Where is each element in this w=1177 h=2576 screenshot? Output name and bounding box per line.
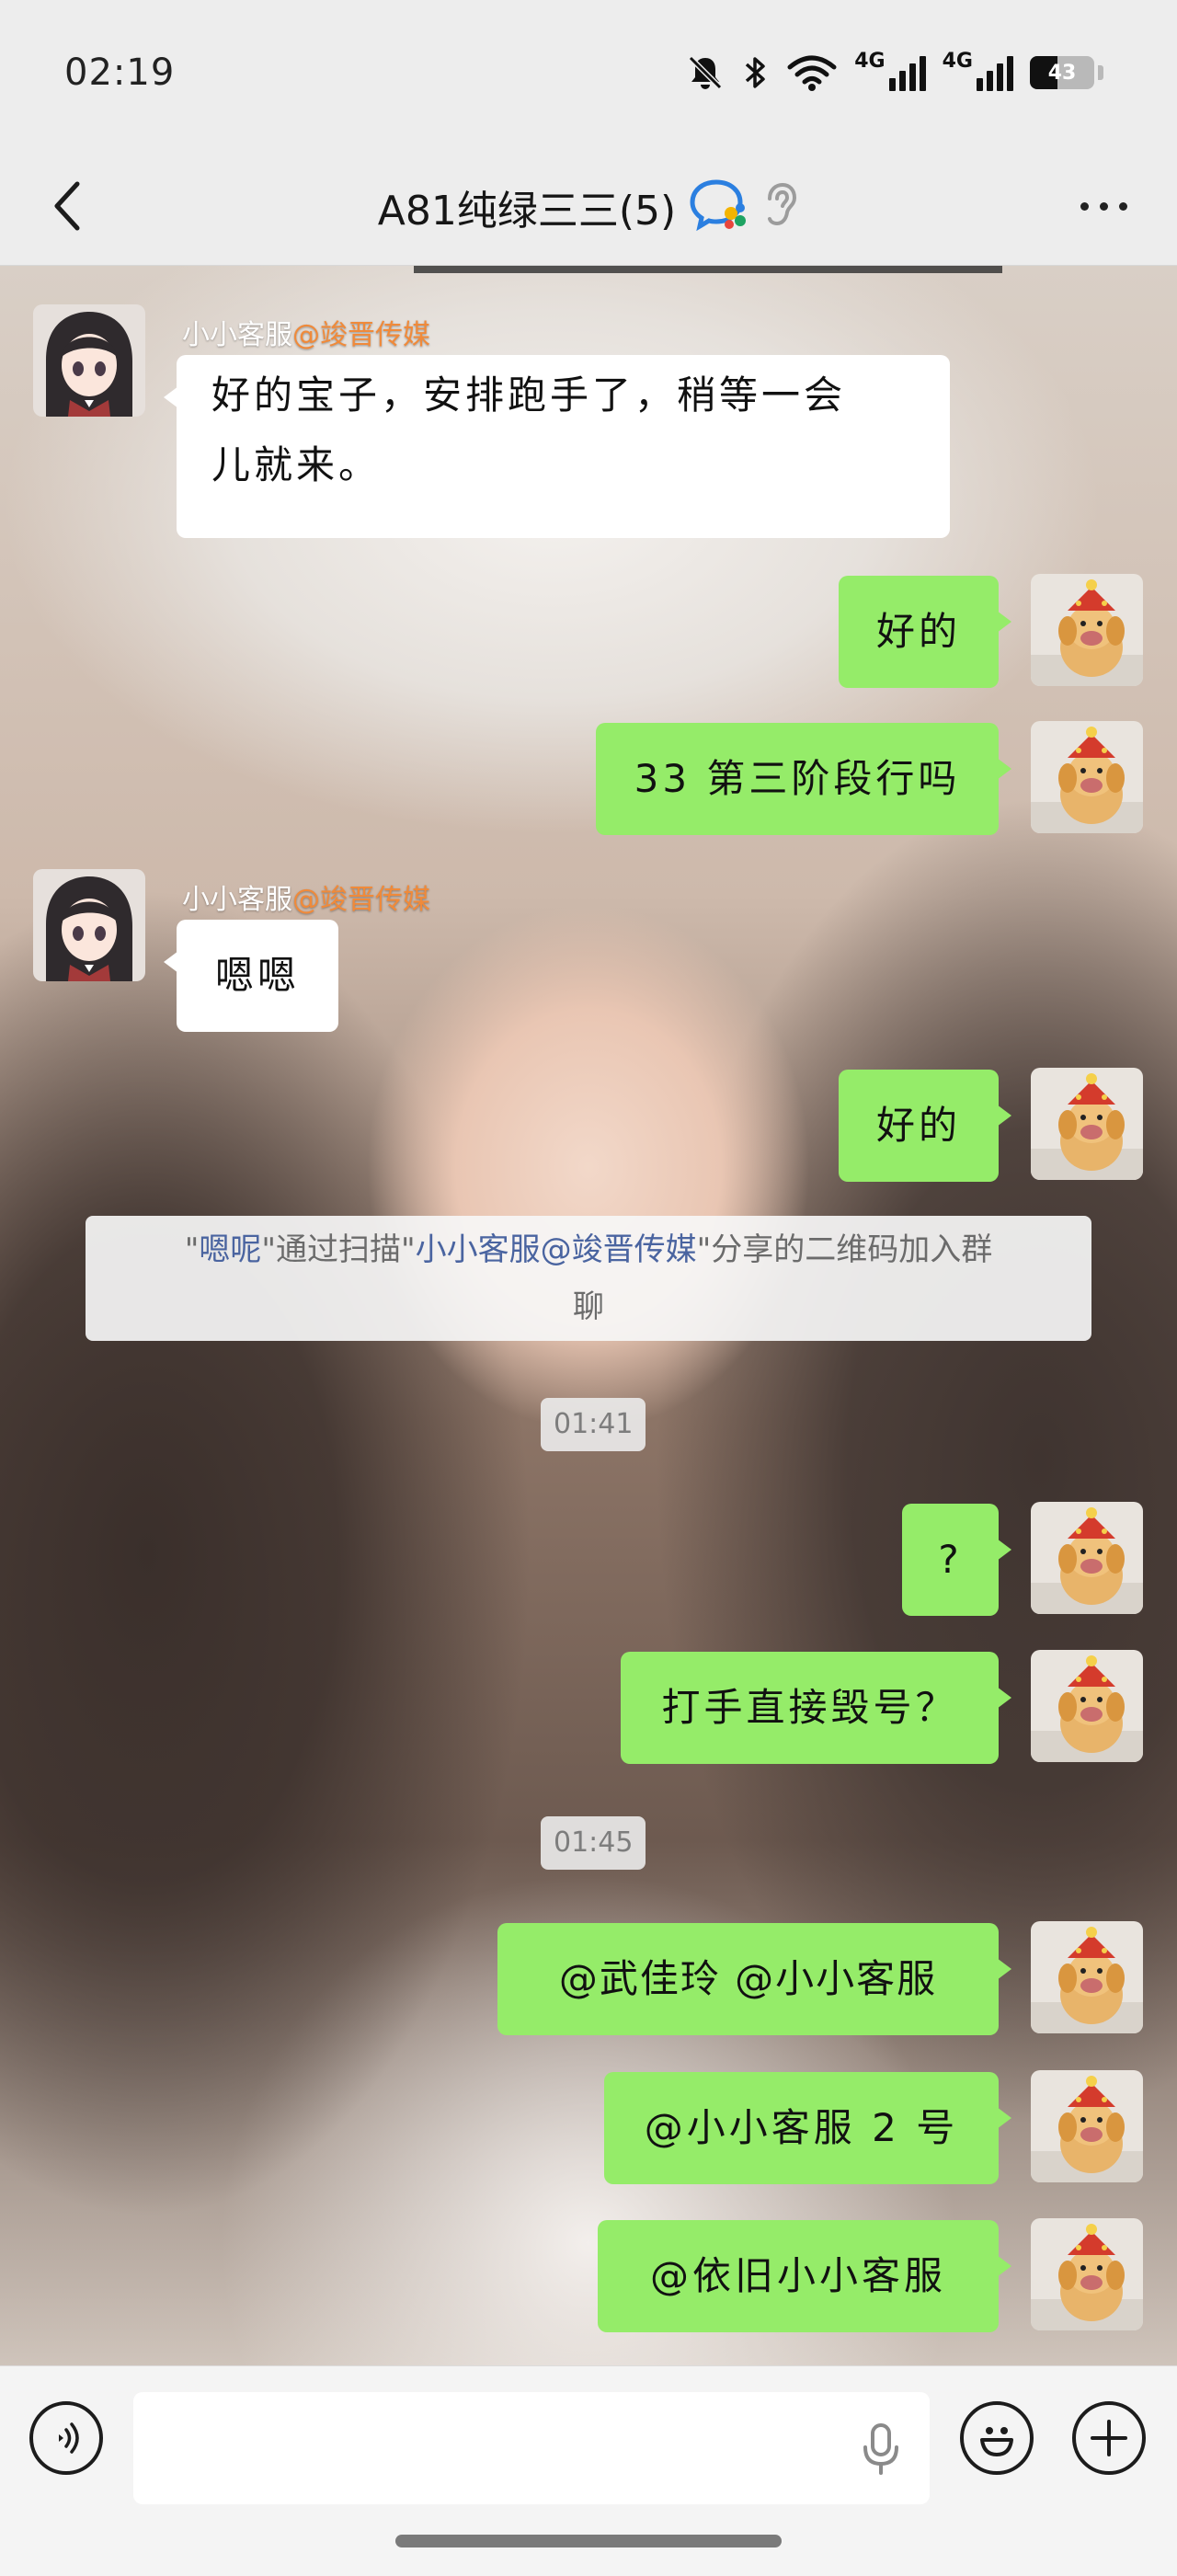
- chat-area[interactable]: 小小客服@竣晋传媒 好的宝子，安排跑手了，稍等一会 儿就来。 好的 33 第三阶…: [0, 266, 1177, 2365]
- more-dots-icon: [1080, 201, 1089, 211]
- message-text-line: 儿就来。: [211, 442, 382, 487]
- message-bubble-outgoing[interactable]: @小小客服 2 号: [604, 2072, 1011, 2184]
- network-label-1: 4G: [854, 50, 886, 73]
- network-label-2: 4G: [942, 50, 973, 73]
- message-bubble-outgoing[interactable]: 好的: [839, 1070, 1011, 1182]
- message-timestamp: 01:41: [541, 1398, 646, 1451]
- message-bubble-outgoing[interactable]: @依旧小小客服: [598, 2220, 1011, 2332]
- my-avatar[interactable]: [1031, 1650, 1143, 1762]
- my-avatar[interactable]: [1031, 2070, 1143, 2182]
- home-indicator[interactable]: [395, 2535, 782, 2547]
- chat-title: A81纯绿三三(5): [377, 188, 677, 235]
- sender-tag: @竣晋传媒: [292, 319, 430, 351]
- my-avatar[interactable]: [1031, 1068, 1143, 1180]
- status-bar: 02:19 4G 4G 43: [0, 0, 1177, 147]
- emoji-button[interactable]: [960, 2401, 1034, 2475]
- status-icons: 4G 4G 43: [685, 50, 1103, 96]
- message-bubble-incoming[interactable]: 好的宝子，安排跑手了，稍等一会 儿就来。: [164, 355, 950, 538]
- status-time: 02:19: [64, 52, 176, 94]
- message-bubble-outgoing[interactable]: 打手直接毁号？: [621, 1652, 1011, 1764]
- joined-member-name[interactable]: 嗯呢: [199, 1231, 261, 1268]
- inviter-name[interactable]: 小小客服@竣晋传媒: [416, 1231, 697, 1268]
- bluetooth-icon: [742, 52, 770, 93]
- sender-avatar[interactable]: [33, 869, 145, 981]
- battery-tip: [1098, 65, 1103, 80]
- message-bubble-outgoing[interactable]: 好的: [839, 576, 1011, 688]
- enterprise-group-icon: [689, 178, 749, 235]
- microphone-icon[interactable]: [853, 2421, 908, 2477]
- background-strip: [414, 266, 1002, 273]
- add-button[interactable]: [1072, 2401, 1146, 2475]
- my-avatar[interactable]: [1031, 2218, 1143, 2330]
- message-timestamp: 01:45: [541, 1816, 646, 1870]
- battery-icon: 43: [1030, 56, 1094, 89]
- mute-bell-icon: [685, 52, 726, 93]
- sender-name: 小小客服@竣晋传媒: [182, 884, 430, 916]
- message-bubble-outgoing[interactable]: @武佳玲 @小小客服: [497, 1923, 1011, 2035]
- my-avatar[interactable]: [1031, 574, 1143, 686]
- message-bubble-outgoing[interactable]: 33 第三阶段行吗: [596, 723, 1011, 835]
- more-button[interactable]: [1067, 178, 1140, 234]
- wifi-icon: [786, 52, 838, 93]
- chat-header: A81纯绿三三(5): [0, 147, 1177, 266]
- sender-name: 小小客服@竣晋传媒: [182, 319, 430, 351]
- header-title-group[interactable]: A81纯绿三三(5): [0, 167, 1177, 246]
- message-text-line: 好的宝子，安排跑手了，稍等一会: [211, 372, 847, 418]
- message-input[interactable]: [133, 2392, 930, 2504]
- my-avatar[interactable]: [1031, 1502, 1143, 1614]
- add-plus-icon: [1091, 2420, 1127, 2456]
- signal-icon: [977, 54, 1013, 91]
- my-avatar[interactable]: [1031, 721, 1143, 833]
- emoji-icon: [980, 2427, 1013, 2456]
- system-notice: "嗯呢"通过扫描"小小客服@竣晋传媒"分享的二维码加入群 聊: [86, 1216, 1091, 1341]
- battery-level: 43: [1047, 61, 1077, 85]
- voice-mode-icon: [59, 2422, 79, 2454]
- message-bubble-outgoing[interactable]: ?: [902, 1504, 1011, 1616]
- sender-tag: @竣晋传媒: [292, 884, 430, 916]
- message-bubble-incoming[interactable]: 嗯嗯: [164, 920, 338, 1032]
- earpiece-mode-icon: [762, 182, 799, 232]
- my-avatar[interactable]: [1031, 1921, 1143, 2033]
- signal-icon: [888, 54, 926, 91]
- sender-avatar[interactable]: [33, 304, 145, 417]
- voice-mode-button[interactable]: [29, 2401, 103, 2475]
